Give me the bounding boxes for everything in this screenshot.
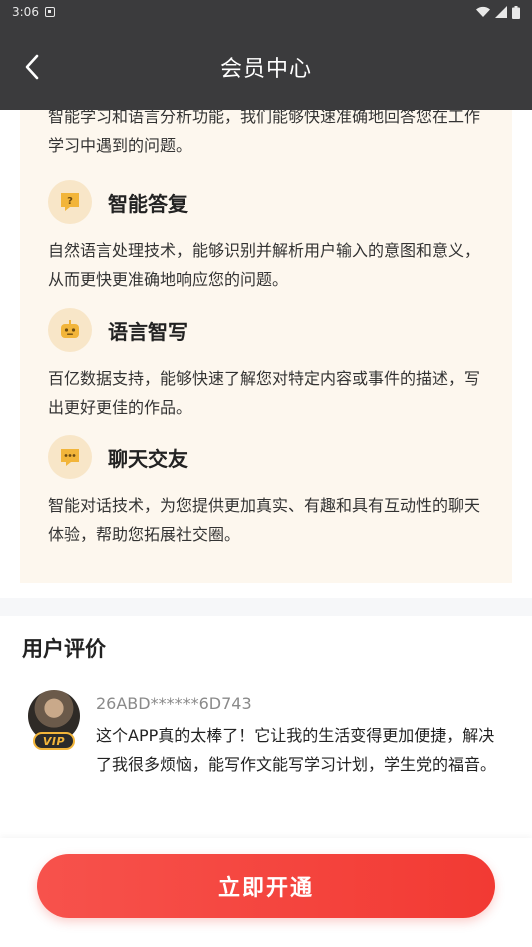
robot-icon bbox=[48, 308, 92, 352]
feature-description: 百亿数据支持，能够快速了解您对特定内容或事件的描述，写出更好更佳的作品。 bbox=[48, 369, 481, 417]
page-title: 会员中心 bbox=[219, 57, 312, 82]
feature-head: ? 智能答复 bbox=[48, 178, 484, 226]
notification-icon bbox=[44, 7, 55, 17]
battery-icon bbox=[512, 5, 520, 19]
status-bar: 3:06 bbox=[0, 0, 532, 24]
status-time: 3:06 bbox=[12, 5, 39, 19]
wifi-icon bbox=[476, 6, 490, 17]
reviews-title: 用户评价 bbox=[22, 637, 106, 661]
status-left: 3:06 bbox=[12, 5, 55, 19]
feature-description: 智能对话技术，为您提供更加真实、有趣和具有互动性的聊天体验，帮助您拓展社交圈。 bbox=[48, 496, 481, 544]
back-button[interactable] bbox=[14, 49, 50, 85]
app-bar: 会员中心 bbox=[0, 24, 532, 110]
feature-item: ? 智能答复 自然语言处理技术，能够识别并解析用户输入的意图和意义，从而更快更准… bbox=[48, 178, 484, 294]
signal-icon bbox=[495, 6, 507, 18]
features-card: 智能学习和语言分析功能，我们能够快速准确地回答您在工作学习中遇到的问题。 ? 智… bbox=[20, 80, 512, 583]
feature-head: 语言智写 bbox=[48, 306, 484, 354]
feature-title: 聊天交友 bbox=[108, 446, 188, 471]
status-right bbox=[476, 5, 520, 19]
header: 3:06 会员中心 bbox=[0, 0, 532, 110]
activate-membership-button[interactable]: 立即开通 bbox=[37, 854, 495, 918]
section-divider bbox=[0, 598, 532, 616]
review-body: 26ABD******6D743 这个APP真的太棒了！它让我的生活变得更加便捷… bbox=[96, 690, 508, 779]
chevron-left-icon bbox=[25, 54, 39, 80]
feature-description: 自然语言处理技术，能够识别并解析用户输入的意图和意义，从而更快更准确地响应您的问… bbox=[48, 241, 481, 289]
features-intro: 智能学习和语言分析功能，我们能够快速准确地回答您在工作学习中遇到的问题。 bbox=[48, 107, 481, 155]
review-item: VIP 26ABD******6D743 这个APP真的太棒了！它让我的生活变得… bbox=[28, 690, 508, 779]
feature-item: 聊天交友 智能对话技术，为您提供更加真实、有趣和具有互动性的聊天体验，帮助您拓展… bbox=[48, 433, 484, 549]
review-text: 这个APP真的太棒了！它让我的生活变得更加便捷，解决了我很多烦恼，能写作文能写学… bbox=[96, 726, 497, 774]
feature-item: 语言智写 百亿数据支持，能够快速了解您对特定内容或事件的描述，写出更好更佳的作品… bbox=[48, 306, 484, 422]
avatar-wrap: VIP bbox=[28, 690, 82, 750]
question-bubble-icon: ? bbox=[48, 180, 92, 224]
membership-page: 智能学习和语言分析功能，我们能够快速准确地回答您在工作学习中遇到的问题。 ? 智… bbox=[0, 0, 532, 947]
vip-badge: VIP bbox=[33, 732, 75, 750]
feature-head: 聊天交友 bbox=[48, 433, 484, 481]
bottom-bar: 立即开通 bbox=[0, 838, 532, 947]
feature-title: 智能答复 bbox=[108, 191, 188, 216]
review-username: 26ABD******6D743 bbox=[96, 694, 252, 713]
feature-title: 语言智写 bbox=[108, 319, 188, 344]
svg-text:?: ? bbox=[67, 196, 73, 207]
chat-bubble-icon bbox=[48, 435, 92, 479]
